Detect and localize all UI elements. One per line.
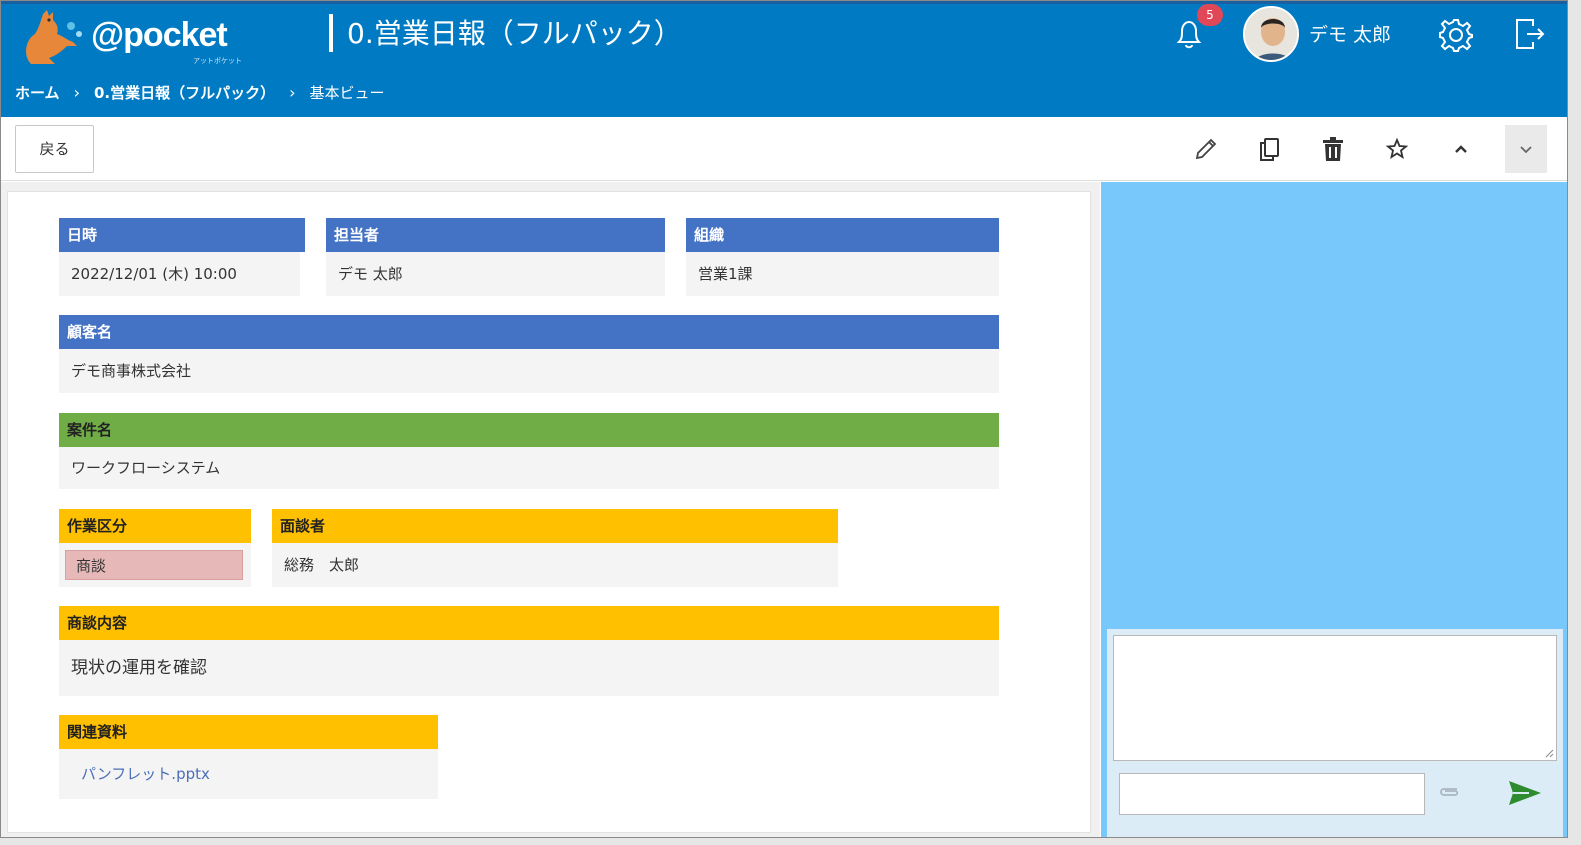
logout-button[interactable] [1511,16,1547,52]
record-toolbar: 戻る [1,117,1567,181]
field-project: 案件名 ワークフローシステム [59,413,999,489]
breadcrumb-separator: › [289,83,296,102]
settings-button[interactable] [1437,16,1475,54]
field-label: 案件名 [59,413,999,447]
breadcrumb-view: 基本ビュー [309,84,385,102]
avatar[interactable] [1243,6,1299,62]
delete-button[interactable] [1313,129,1353,169]
work-type-chip: 商談 [65,550,243,580]
user-name[interactable]: デモ 太郎 [1309,20,1391,47]
field-customer: 顧客名 デモ商事株式会社 [59,315,999,393]
user-photo-icon [1245,8,1297,60]
favorite-button[interactable] [1377,129,1417,169]
field-organization: 組織 営業1課 [686,218,999,296]
comment-form [1107,629,1563,837]
page-title: 0.営業日報（フルパック） [347,17,682,50]
field-value: 現状の運用を確認 [59,640,999,696]
field-label: 担当者 [326,218,665,252]
field-label: 商談内容 [59,606,999,640]
field-value: 営業1課 [686,252,999,296]
send-icon [1509,781,1541,805]
previous-record-button[interactable] [1441,129,1481,169]
field-value: デモ 太郎 [326,252,665,296]
logo-text: @pocket [91,16,228,54]
field-meeting-details: 商談内容 現状の運用を確認 [59,606,999,696]
notification-badge: 5 [1197,4,1223,26]
breadcrumb-app[interactable]: 0.営業日報（フルパック） [94,82,275,103]
comment-panel [1101,182,1567,837]
send-comment-button[interactable] [1505,773,1545,813]
field-label: 関連資料 [59,715,438,749]
field-label: 日時 [59,218,305,252]
chevron-up-icon [1455,145,1467,153]
field-attachments: 関連資料 パンフレット.pptx [59,715,438,799]
field-label: 面談者 [272,509,838,543]
trash-icon [1323,137,1343,161]
field-assignee: 担当者 デモ 太郎 [326,218,665,296]
edit-button[interactable] [1186,129,1226,169]
project-link[interactable]: ワークフローシステム [59,447,999,489]
chevron-down-icon [1520,146,1532,154]
star-icon [1385,137,1409,159]
resize-handle-icon[interactable] [1544,748,1554,758]
breadcrumb-separator: › [73,83,80,102]
field-label: 作業区分 [59,509,251,543]
field-label: 組織 [686,218,999,252]
attachment-link[interactable]: パンフレット.pptx [81,765,210,783]
breadcrumb-home[interactable]: ホーム [15,82,60,103]
logo-subtext: アットポケット [193,57,242,65]
record-card: 日時 2022/12/01 (木) 10:00 担当者 デモ 太郎 組織 営業1… [7,191,1091,833]
attach-file-button[interactable] [1433,777,1463,807]
gear-icon [1439,19,1473,52]
comment-input[interactable] [1119,773,1425,815]
app-window: @pocket アットポケット 0.営業日報（フルパック） 5 デモ 太郎 ホー… [0,0,1568,838]
field-label: 顧客名 [59,315,999,349]
field-work-type: 作業区分 商談 [59,509,251,587]
logout-icon [1516,19,1545,49]
kangaroo-logo-icon [26,10,82,64]
next-record-button[interactable] [1505,125,1547,173]
pencil-icon [1195,138,1217,160]
field-interviewee: 面談者 総務 太郎 [272,509,838,587]
title-divider [329,14,333,52]
record-content-area: 日時 2022/12/01 (木) 10:00 担当者 デモ 太郎 組織 営業1… [1,182,1100,837]
breadcrumb: ホーム › 0.営業日報（フルパック） › 基本ビュー [15,82,385,103]
back-button[interactable]: 戻る [15,125,94,173]
header-bar: @pocket アットポケット 0.営業日報（フルパック） 5 デモ 太郎 ホー… [1,1,1567,117]
field-datetime: 日時 2022/12/01 (木) 10:00 [59,218,305,296]
copy-button[interactable] [1249,129,1289,169]
field-value: 2022/12/01 (木) 10:00 [59,252,300,296]
field-value: デモ商事株式会社 [59,349,999,393]
field-value: 総務 太郎 [272,543,838,587]
comment-textarea[interactable] [1113,635,1557,761]
app-logo[interactable]: @pocket アットポケット [13,6,243,68]
copy-icon [1260,138,1279,161]
paperclip-icon [1440,788,1459,796]
